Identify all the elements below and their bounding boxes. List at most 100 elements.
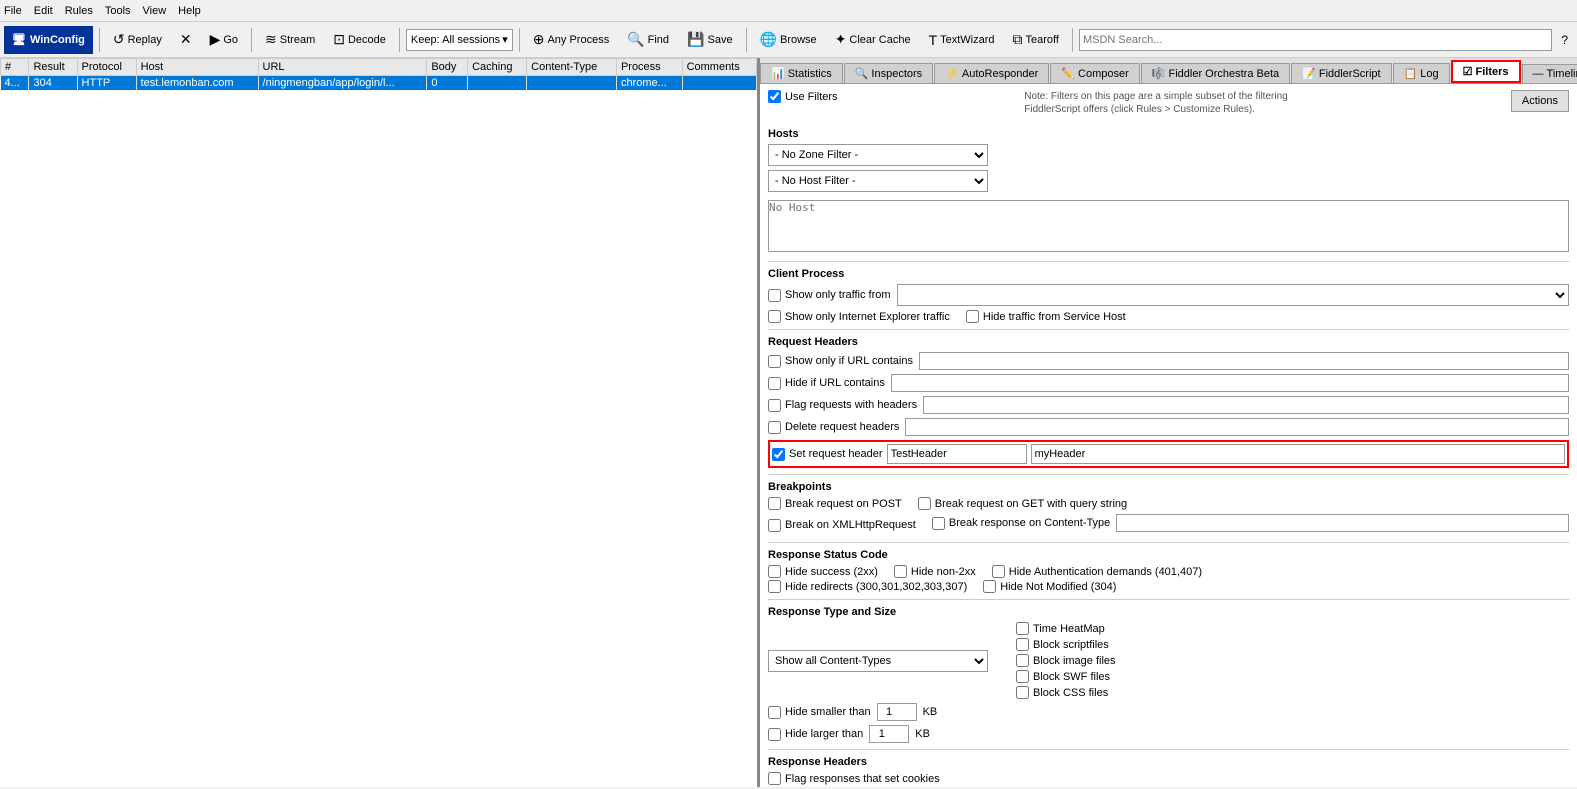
delete-request-headers-checkbox[interactable] <box>768 421 781 434</box>
hide-not-modified-label[interactable]: Hide Not Modified (304) <box>983 580 1116 593</box>
col-num[interactable]: # <box>1 59 29 76</box>
block-css-label[interactable]: Block CSS files <box>1016 686 1116 699</box>
block-swf-checkbox[interactable] <box>1016 670 1029 683</box>
hide-auth-label[interactable]: Hide Authentication demands (401,407) <box>992 565 1202 578</box>
keep-dropdown[interactable]: Keep: All sessions ▾ <box>406 29 513 51</box>
col-body[interactable]: Body <box>427 59 468 76</box>
tearoff-button[interactable]: ⧉ Tearoff <box>1006 26 1066 54</box>
show-ie-checkbox[interactable] <box>768 310 781 323</box>
any-process-button[interactable]: ⊕ Any Process <box>526 26 616 54</box>
flag-set-cookies-label[interactable]: Flag responses that set cookies <box>768 772 940 785</box>
hide-auth-checkbox[interactable] <box>992 565 1005 578</box>
show-only-traffic-label[interactable]: Show only traffic from <box>768 289 891 302</box>
hide-service-host-checkbox[interactable] <box>966 310 979 323</box>
table-row[interactable]: 4... 304 HTTP test.lemonban.com /ningmen… <box>1 76 757 91</box>
use-filters-label[interactable]: Use Filters <box>768 90 838 103</box>
col-caching[interactable]: Caching <box>468 59 527 76</box>
col-result[interactable]: Result <box>29 59 77 76</box>
menu-edit[interactable]: Edit <box>34 5 53 17</box>
col-process[interactable]: Process <box>616 59 682 76</box>
col-host[interactable]: Host <box>136 59 258 76</box>
set-request-header-checkbox[interactable] <box>772 448 785 461</box>
use-filters-checkbox[interactable] <box>768 90 781 103</box>
find-button[interactable]: 🔍 Find <box>620 26 676 54</box>
hide-larger-label[interactable]: Hide larger than <box>768 728 863 741</box>
browse-button[interactable]: 🌐 Browse <box>753 26 824 54</box>
time-heatmap-label[interactable]: Time HeatMap <box>1016 622 1116 635</box>
winconfig-button[interactable]: 🖥 WinConfig <box>4 26 93 54</box>
hide-non2xx-checkbox[interactable] <box>894 565 907 578</box>
block-scriptfiles-label[interactable]: Block scriptfiles <box>1016 638 1116 651</box>
col-content-type[interactable]: Content-Type <box>527 59 617 76</box>
menu-view[interactable]: View <box>143 5 167 17</box>
block-css-checkbox[interactable] <box>1016 686 1029 699</box>
break-xml-label[interactable]: Break on XMLHttpRequest <box>768 514 916 536</box>
flag-requests-headers-input[interactable] <box>923 396 1569 414</box>
save-button[interactable]: 💾 Save <box>680 26 740 54</box>
hide-smaller-input[interactable] <box>877 703 917 721</box>
delete-request-headers-input[interactable] <box>905 418 1569 436</box>
menu-help[interactable]: Help <box>178 5 201 17</box>
hide-not-modified-checkbox[interactable] <box>983 580 996 593</box>
msdn-search-input[interactable] <box>1079 29 1552 51</box>
hide-success-checkbox[interactable] <box>768 565 781 578</box>
block-imagefiles-checkbox[interactable] <box>1016 654 1029 667</box>
show-url-contains-label[interactable]: Show only if URL contains <box>768 355 913 368</box>
delete-request-headers-label[interactable]: Delete request headers <box>768 421 899 434</box>
hide-non2xx-label[interactable]: Hide non-2xx <box>894 565 976 578</box>
show-url-contains-input[interactable] <box>919 352 1569 370</box>
hide-url-contains-input[interactable] <box>891 374 1569 392</box>
tab-log[interactable]: 📋 Log <box>1393 63 1450 83</box>
tab-composer[interactable]: ✏️ Composer <box>1050 63 1139 83</box>
break-response-input[interactable] <box>1116 514 1569 532</box>
block-scriptfiles-checkbox[interactable] <box>1016 638 1029 651</box>
tab-inspectors[interactable]: 🔍 Inspectors <box>844 63 933 83</box>
hide-larger-checkbox[interactable] <box>768 728 781 741</box>
traffic-process-select[interactable] <box>897 284 1569 306</box>
host-filter-select[interactable]: - No Host Filter - <box>768 170 988 192</box>
hide-url-contains-checkbox[interactable] <box>768 377 781 390</box>
stream-button[interactable]: ≋ Stream <box>258 26 322 54</box>
col-comments[interactable]: Comments <box>682 59 756 76</box>
tab-autoresponder[interactable]: ⚡ AutoResponder <box>934 63 1049 83</box>
tab-filters[interactable]: ☑ Filters <box>1451 60 1521 83</box>
break-response-label[interactable]: Break response on Content-Type <box>932 517 1110 530</box>
msdn-search-help[interactable]: ? <box>1556 26 1573 54</box>
show-ie-label[interactable]: Show only Internet Explorer traffic <box>768 310 950 323</box>
break-get-checkbox[interactable] <box>918 497 931 510</box>
block-imagefiles-label[interactable]: Block image files <box>1016 654 1116 667</box>
break-get-label[interactable]: Break request on GET with query string <box>918 497 1127 510</box>
textwizard-button[interactable]: T TextWizard <box>922 26 1002 54</box>
hide-smaller-label[interactable]: Hide smaller than <box>768 706 871 719</box>
hide-service-host-label[interactable]: Hide traffic from Service Host <box>966 310 1126 323</box>
tab-timeline[interactable]: — Timeline <box>1522 64 1577 83</box>
clear-cache-button[interactable]: ✦ Clear Cache <box>828 26 918 54</box>
zone-filter-select[interactable]: - No Zone Filter - <box>768 144 988 166</box>
tab-orchestra[interactable]: 🎼 Fiddler Orchestra Beta <box>1141 63 1290 83</box>
hide-larger-input[interactable] <box>869 725 909 743</box>
hide-redirects-label[interactable]: Hide redirects (300,301,302,303,307) <box>768 580 967 593</box>
replay-button[interactable]: ↺ Replay <box>106 26 169 54</box>
col-protocol[interactable]: Protocol <box>77 59 136 76</box>
break-xml-checkbox[interactable] <box>768 519 781 532</box>
break-response-checkbox[interactable] <box>932 517 945 530</box>
go-button[interactable]: ▶ Go <box>203 26 245 54</box>
tab-fiddlerscript[interactable]: 📝 FiddlerScript <box>1291 63 1391 83</box>
block-swf-label[interactable]: Block SWF files <box>1016 670 1116 683</box>
hide-redirects-checkbox[interactable] <box>768 580 781 593</box>
break-post-checkbox[interactable] <box>768 497 781 510</box>
col-url[interactable]: URL <box>258 59 427 76</box>
tab-statistics[interactable]: 📊 Statistics <box>760 63 843 83</box>
hide-smaller-checkbox[interactable] <box>768 706 781 719</box>
set-header-name-input[interactable] <box>887 444 1027 464</box>
actions-button[interactable]: Actions <box>1511 90 1569 112</box>
set-header-value-input[interactable] <box>1031 444 1565 464</box>
break-post-label[interactable]: Break request on POST <box>768 497 902 510</box>
close-button[interactable]: ✕ <box>173 26 199 54</box>
flag-set-cookies-checkbox[interactable] <box>768 772 781 785</box>
decode-button[interactable]: ⊡ Decode <box>326 26 393 54</box>
hosts-textarea[interactable] <box>768 200 1569 252</box>
hide-url-contains-label[interactable]: Hide if URL contains <box>768 377 885 390</box>
time-heatmap-checkbox[interactable] <box>1016 622 1029 635</box>
menu-rules[interactable]: Rules <box>65 5 93 17</box>
